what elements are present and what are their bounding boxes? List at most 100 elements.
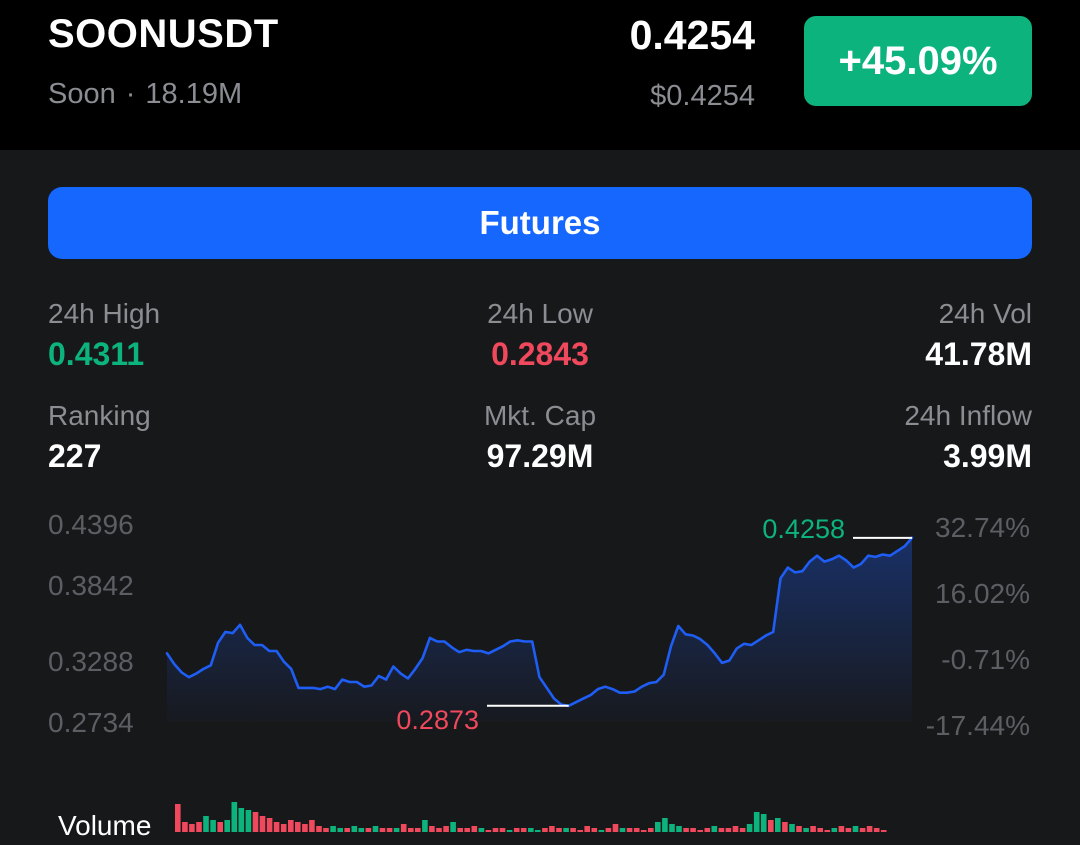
stat-value: 41.78M — [925, 336, 1032, 372]
volume-bar — [789, 824, 795, 832]
volume-bar — [372, 826, 379, 832]
volume-bar — [252, 812, 259, 832]
volume-bars — [175, 802, 887, 832]
volume-bar — [323, 828, 329, 832]
volume-bar — [718, 828, 725, 832]
volume-bar — [817, 828, 823, 832]
volume-bar — [337, 828, 343, 832]
volume-bar — [245, 810, 252, 832]
volume-bar — [633, 828, 640, 832]
volume-bar — [273, 822, 280, 832]
volume-bar — [217, 822, 223, 832]
volume-bar — [838, 826, 845, 832]
separator-dot: · — [125, 78, 136, 110]
volume-bar — [386, 828, 393, 832]
price-axis-label: 0.3842 — [48, 570, 134, 601]
volume-bar — [768, 820, 774, 832]
price-chart[interactable]: 0.4396 0.3842 0.3288 0.2734 32.74% 16.02… — [0, 490, 1080, 845]
stat-24h-vol: 24h Vol 41.78M — [925, 298, 1032, 373]
volume-bar — [471, 826, 478, 832]
stat-value: 0.4311 — [48, 336, 145, 372]
volume-bar — [598, 830, 605, 832]
coin-name: Soon — [48, 78, 116, 110]
volume-bar — [422, 820, 428, 832]
volume-bar — [697, 830, 703, 832]
volume-bar — [556, 828, 562, 832]
volume-bar — [577, 830, 583, 832]
volume-bar — [528, 828, 534, 832]
percent-axis-label: -17.44% — [926, 710, 1030, 741]
volume-bar — [365, 828, 372, 832]
volume-bar — [640, 830, 647, 832]
volume-bar — [379, 828, 386, 832]
volume-bar — [845, 828, 852, 832]
volume-bar — [492, 828, 499, 832]
volume-bar — [753, 812, 760, 832]
volume-bar — [175, 804, 181, 832]
volume-bar — [436, 828, 442, 832]
volume-bar — [662, 818, 668, 832]
volume-bar — [288, 820, 294, 832]
volume-bar — [831, 828, 838, 832]
last-price: 0.4254 — [629, 12, 755, 58]
volume-bar — [732, 826, 739, 832]
ticker-header: SOONUSDT Soon · 18.19M 0.4254 $0.4254 +45.… — [0, 0, 1080, 150]
volume-bar — [513, 828, 520, 832]
stat-24h-high: 24h High 0.4311 — [48, 298, 160, 373]
volume-bar — [669, 824, 675, 832]
volume-bar — [824, 830, 831, 832]
volume-bar — [408, 828, 414, 832]
volume-bar — [549, 826, 555, 832]
stat-24h-low: 24h Low 0.2843 — [390, 298, 690, 373]
stat-label: 24h Vol — [938, 298, 1032, 329]
volume-bar — [429, 826, 435, 832]
volume-bar — [280, 824, 287, 832]
volume-bar — [393, 828, 400, 832]
volume-bar — [478, 828, 485, 832]
futures-button[interactable]: Futures — [48, 187, 1032, 259]
volume-bar — [520, 828, 527, 832]
volume-bar — [746, 824, 753, 832]
volume-bar — [499, 828, 506, 832]
volume-bar — [450, 822, 456, 832]
stat-label: Ranking — [48, 400, 151, 431]
percent-axis-label: -0.71% — [941, 644, 1030, 675]
volume-bar — [570, 828, 576, 832]
market-volume: 18.19M — [145, 78, 243, 110]
volume-bar — [810, 826, 816, 832]
volume-bar — [739, 828, 746, 832]
volume-bar — [619, 828, 626, 832]
volume-bar — [259, 816, 266, 832]
percent-axis-label: 16.02% — [935, 578, 1030, 609]
volume-bar — [506, 830, 513, 832]
volume-bar — [852, 826, 859, 832]
percent-axis-label: 32.74% — [935, 512, 1030, 543]
volume-bar — [351, 826, 358, 832]
volume-label: Volume — [58, 810, 151, 841]
volume-bar — [464, 828, 470, 832]
volume-bar — [316, 826, 322, 832]
stat-label: Mkt. Cap — [483, 400, 597, 431]
volume-bar — [330, 826, 336, 832]
volume-bar — [231, 802, 238, 832]
stat-label: 24h Low — [487, 298, 593, 329]
stat-ranking: Ranking 227 — [48, 400, 151, 475]
price-axis-label: 0.2734 — [48, 707, 134, 738]
max-price-label: 0.4258 — [762, 514, 845, 544]
volume-bar — [605, 828, 612, 832]
volume-bar — [542, 828, 548, 832]
volume-bar — [796, 826, 802, 832]
volume-bar — [358, 828, 365, 832]
symbol-title: SOONUSDT — [48, 12, 279, 56]
volume-bar — [457, 828, 463, 832]
stat-value: 227 — [48, 438, 102, 474]
coin-subtitle: Soon · 18.19M — [48, 78, 242, 111]
stat-value: 97.29M — [486, 438, 594, 474]
volume-bar — [203, 816, 209, 832]
volume-bar — [210, 820, 216, 832]
change-percent-badge[interactable]: +45.09% — [804, 16, 1032, 106]
stat-label: 24h Inflow — [904, 400, 1032, 431]
stat-value: 0.2843 — [491, 336, 589, 372]
volume-bar — [485, 830, 492, 832]
volume-bar — [711, 826, 718, 832]
